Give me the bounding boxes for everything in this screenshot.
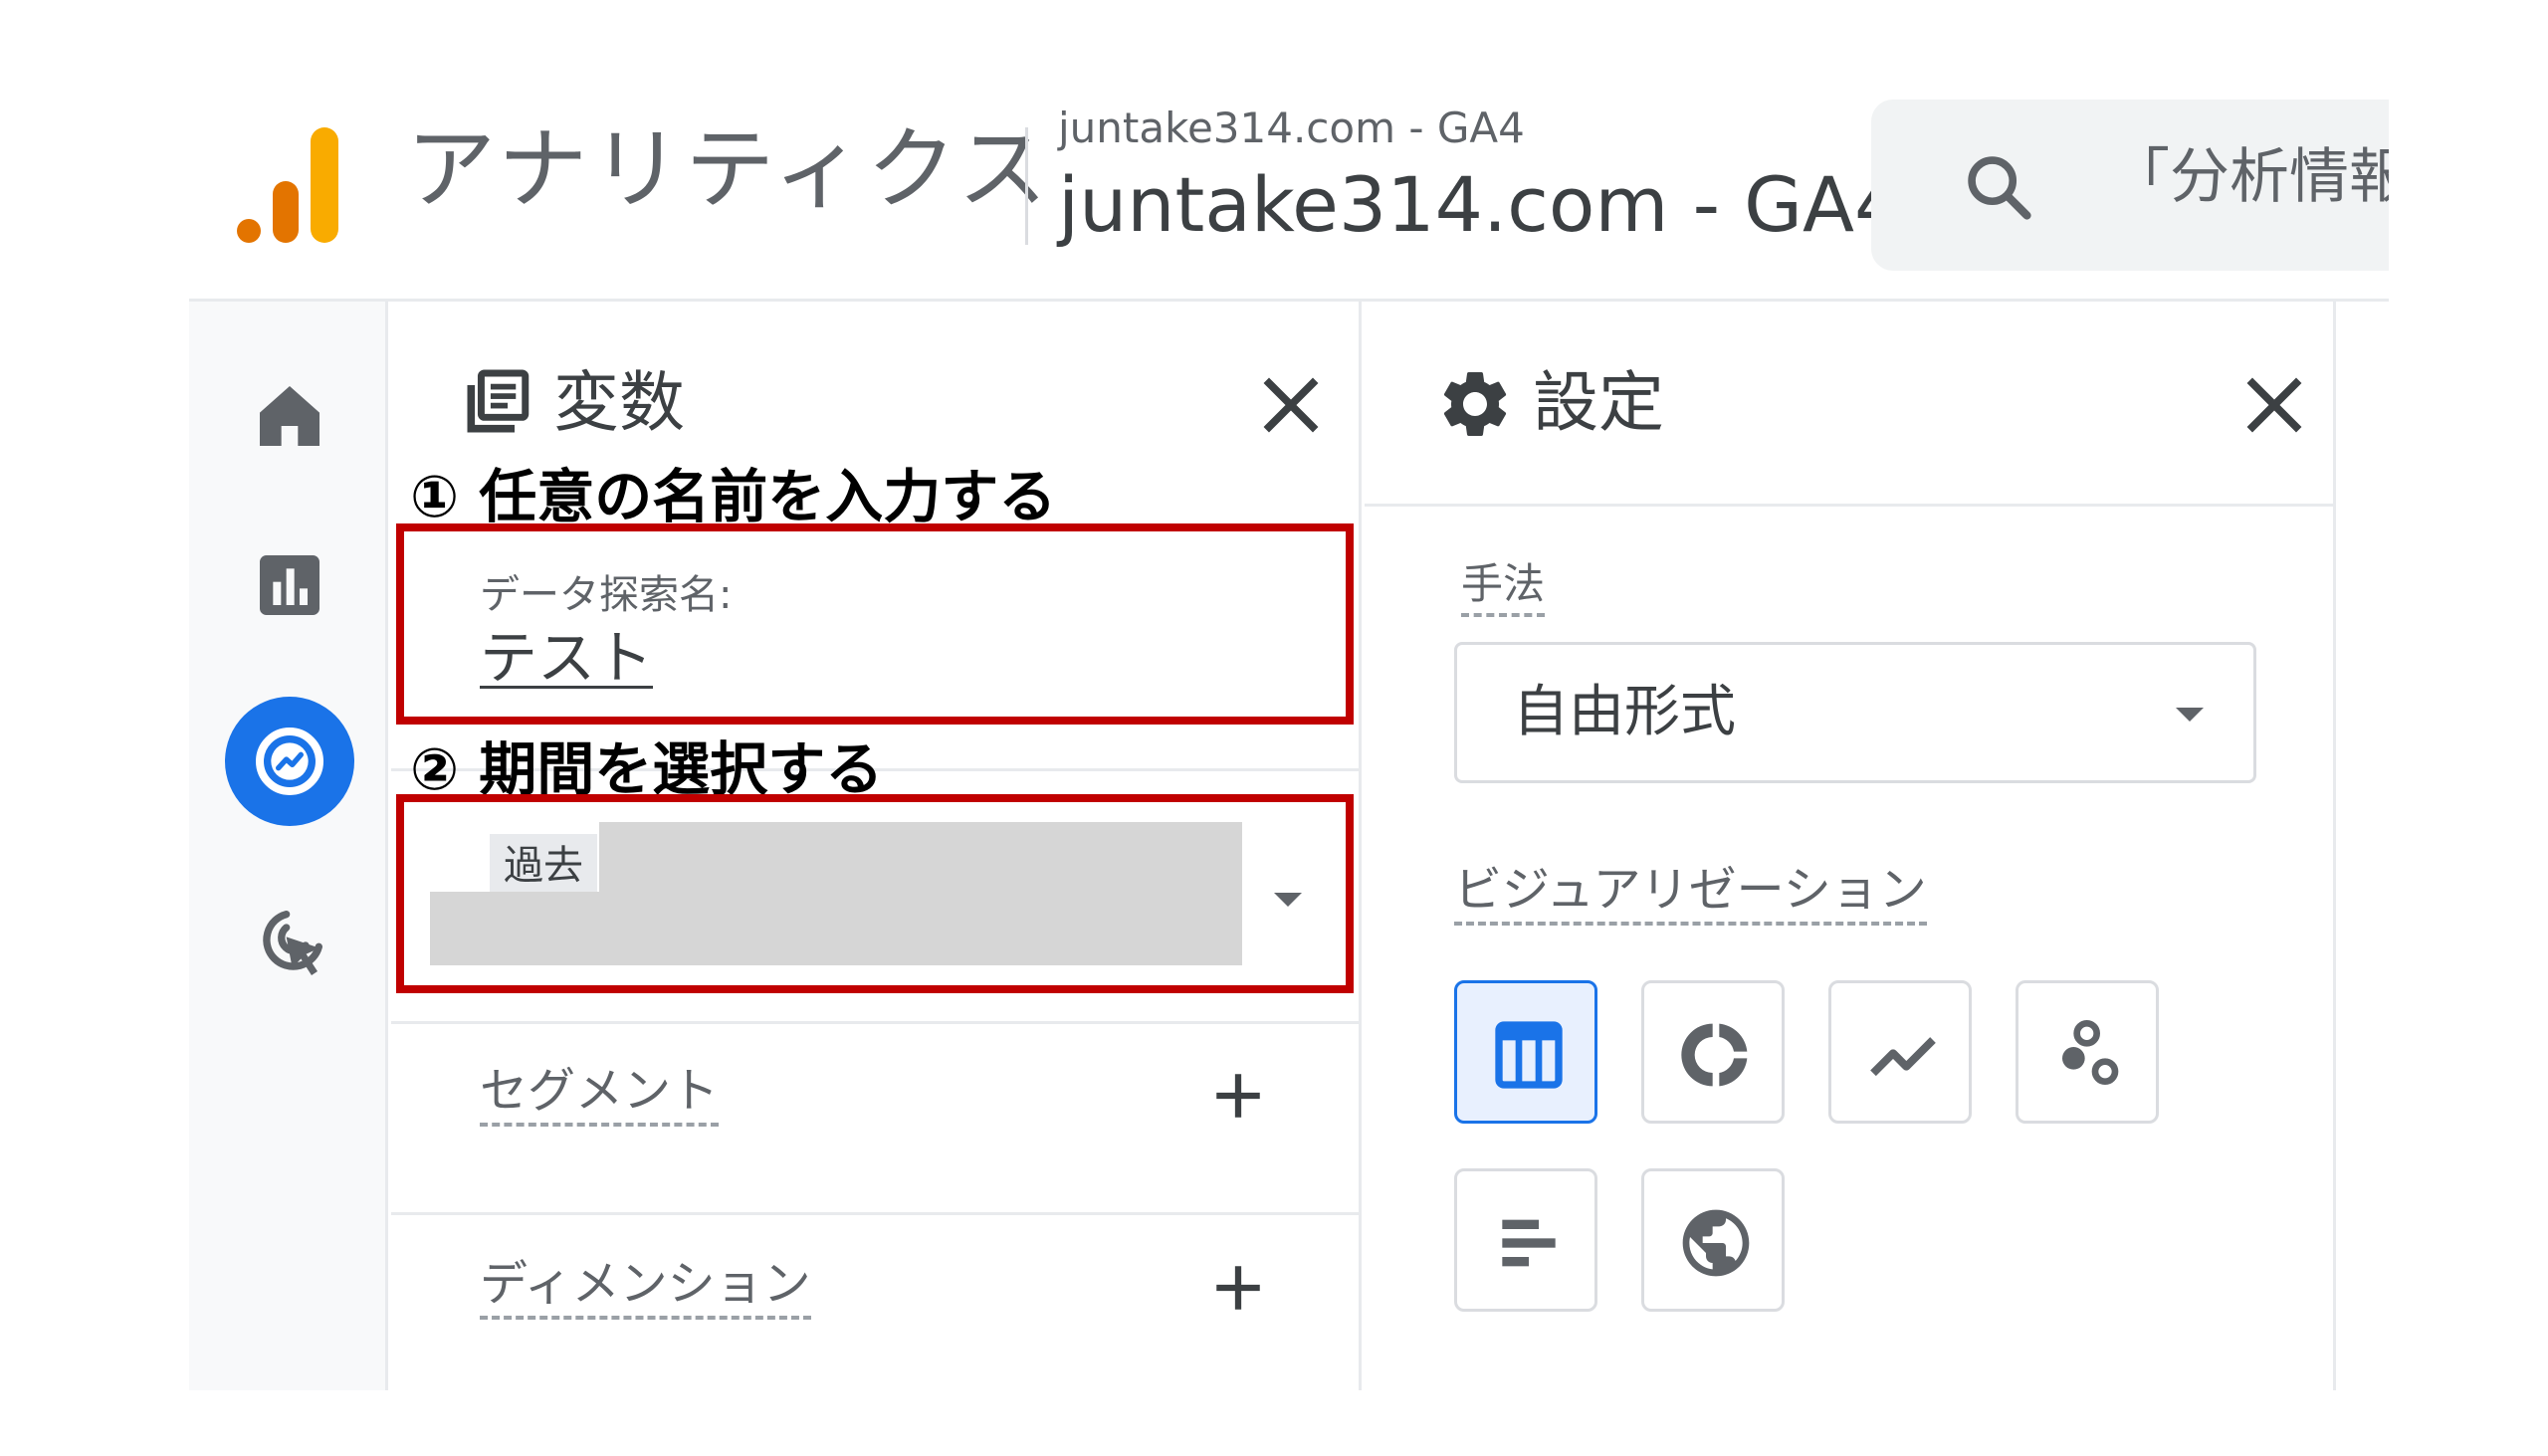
visualization-table-button[interactable] [1454,980,1597,1124]
property-name[interactable]: juntake314.com - GA4 [1058,167,1902,243]
annotation-step-1: ① 任意の名前を入力する [410,463,1057,530]
account-name[interactable]: juntake314.com - GA4 [1058,107,1525,149]
advertising-icon[interactable] [250,904,329,983]
annotation-step-2: ② 期間を選択する [410,735,884,803]
variables-panel-title: 変数 [553,364,685,441]
redacted-date-range [599,822,1242,894]
section-divider [391,1212,1362,1215]
search-bar[interactable]: 「分析情報 [1871,100,2389,271]
date-range-chip[interactable]: 過去 [490,834,597,898]
home-icon[interactable] [250,376,329,456]
gear-icon [1443,372,1507,436]
close-variables-icon[interactable] [1258,372,1324,438]
visualization-geo-button[interactable] [1641,1168,1785,1312]
geo-map-icon [1682,1209,1750,1277]
search-icon [1968,156,2031,220]
scatter-plot-icon [2062,1020,2119,1085]
add-segment-icon[interactable] [1209,1067,1267,1125]
donut-chart-icon [1681,1023,1748,1087]
app-name: アナリティクス [406,117,1052,222]
technique-label: 手法 [1461,563,1546,617]
technique-select[interactable]: 自由形式 [1454,642,2256,783]
technique-dropdown-icon [2176,708,2204,722]
variables-icon [467,369,530,433]
explore-nav-item[interactable] [225,697,354,826]
header-divider [1025,127,1028,245]
screenshot-bottom-margin [0,1390,2548,1456]
settings-panel-title: 設定 [1533,364,1664,441]
date-dropdown-icon[interactable] [1274,893,1302,907]
exploration-name-input[interactable]: テスト [480,629,653,687]
visualization-label: ビジュアリゼーション [1454,866,1927,926]
analytics-logo-icon [237,127,338,243]
technique-value: 自由形式 [1513,680,1736,744]
table-icon [1495,1021,1563,1089]
close-settings-icon[interactable] [2241,372,2307,438]
line-chart-icon [1870,1037,1936,1077]
reports-icon[interactable] [250,545,329,625]
explore-icon [256,728,323,795]
visualization-bar-button[interactable] [1454,1168,1597,1312]
redacted-date-values [430,892,1242,965]
visualization-donut-button[interactable] [1641,980,1785,1124]
add-dimension-icon[interactable] [1209,1259,1267,1317]
section-divider [391,1021,1362,1024]
exploration-name-label: データ探索名: [480,572,733,618]
section-divider [1365,504,2336,507]
visualization-line-button[interactable] [1828,980,1972,1124]
segments-label: セグメント [480,1067,720,1127]
bar-chart-icon [1502,1219,1556,1267]
visualization-scatter-button[interactable] [2016,980,2159,1124]
dimensions-label: ディメンション [480,1260,811,1320]
navigation-rail [189,302,388,1390]
search-input[interactable]: 「分析情報 [2110,147,2389,207]
